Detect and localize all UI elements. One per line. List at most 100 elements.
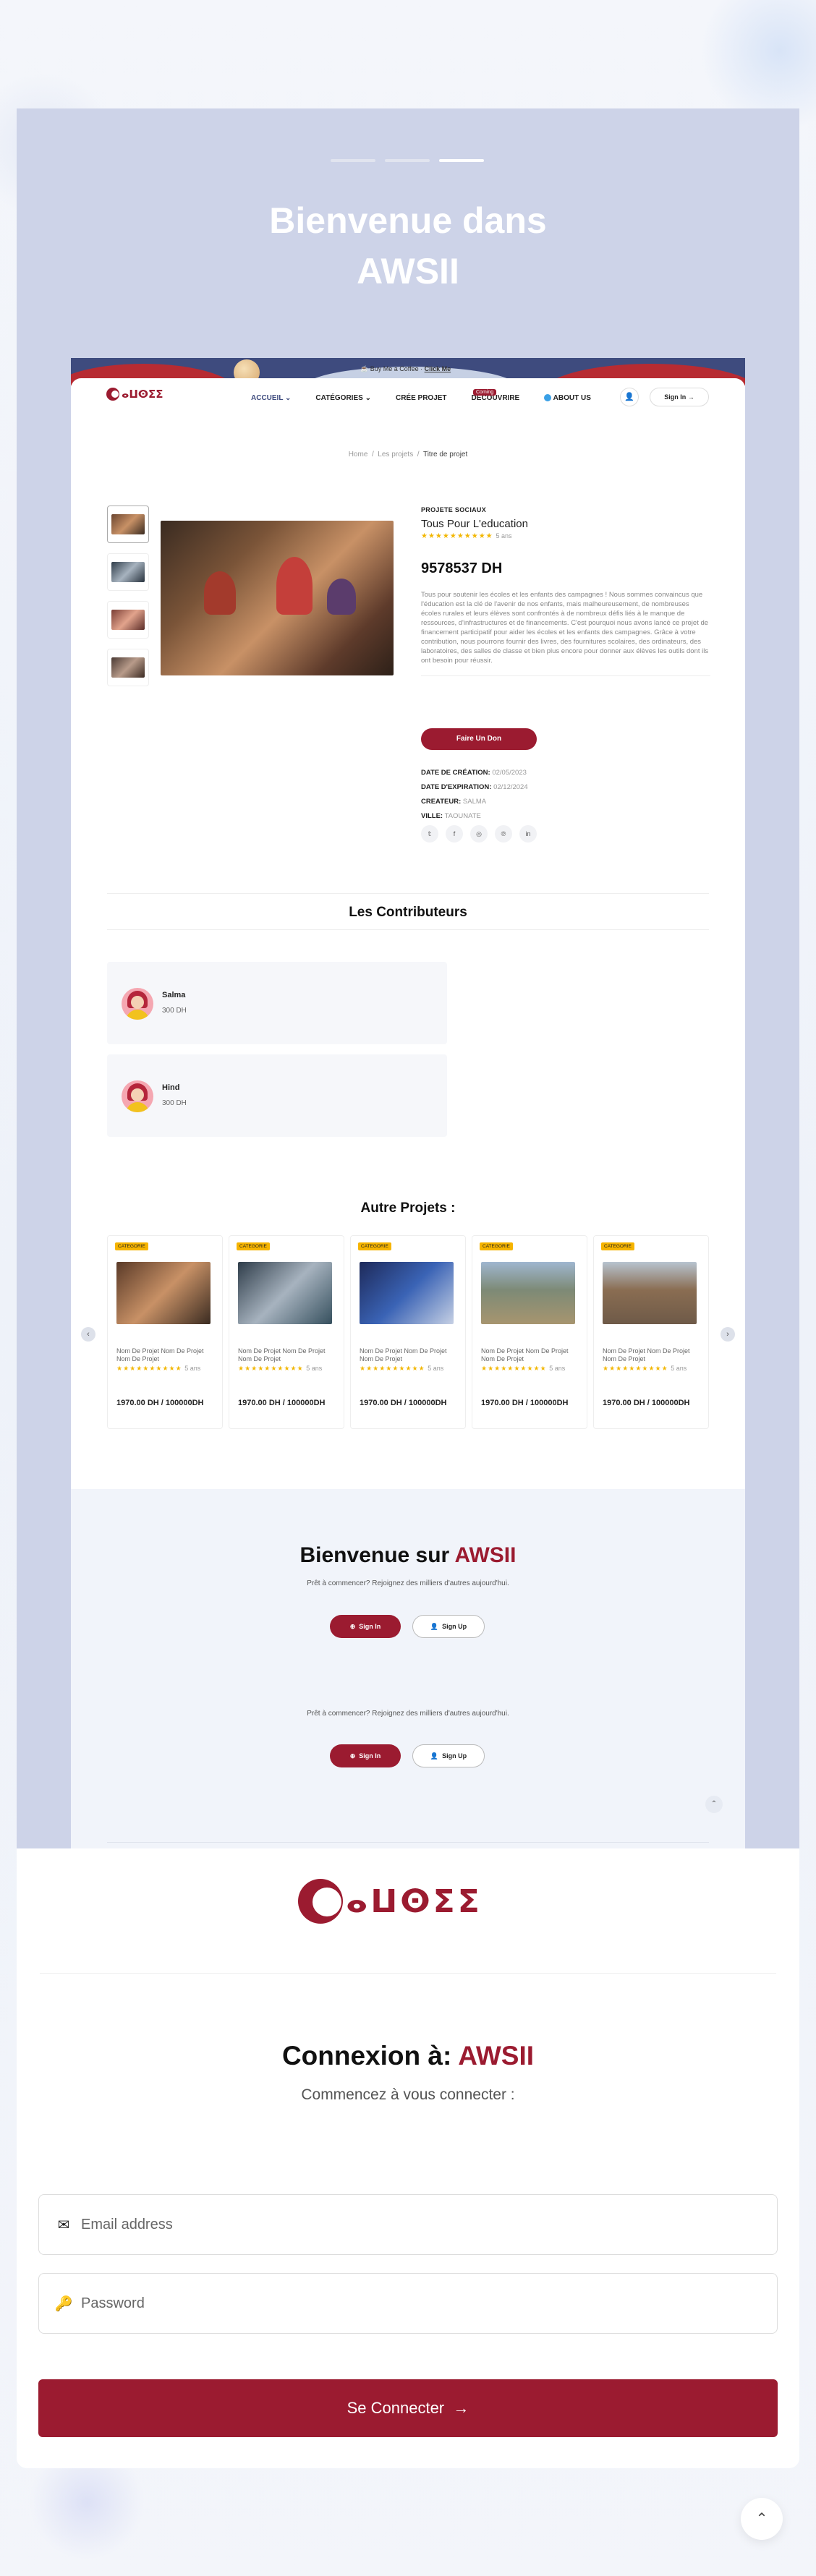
cta-section: Bienvenue sur AWSII Prêt à commencer? Re… bbox=[71, 1489, 745, 1848]
password-input[interactable] bbox=[81, 2274, 761, 2333]
carousel-next-button[interactable]: › bbox=[721, 1327, 735, 1342]
linkedin-icon[interactable]: in bbox=[519, 825, 537, 843]
indicator-dot-active[interactable] bbox=[439, 159, 484, 162]
thumbnail[interactable] bbox=[107, 553, 149, 591]
cta-subtitle-secondary: Prêt à commencer? Rejoignez des milliers… bbox=[307, 1710, 509, 1718]
instagram-icon[interactable]: ◎ bbox=[470, 825, 488, 843]
about-icon bbox=[544, 394, 552, 402]
category-badge: CATEGORIE bbox=[480, 1242, 513, 1250]
breadcrumb-home[interactable]: Home bbox=[349, 451, 368, 459]
cta-signup-button[interactable]: 👤 Sign Up bbox=[412, 1615, 485, 1638]
category-badge: CATEGORIE bbox=[115, 1242, 148, 1250]
cta-signup-button-secondary[interactable]: 👤 Sign Up bbox=[412, 1744, 485, 1767]
project-card-rating: ★★★★★★★★★★ 5 ans bbox=[116, 1365, 201, 1372]
login-panel: ⴰⵡⵙⵉⵉ Connexion à: AWSII Commencez à vou… bbox=[17, 1848, 799, 2468]
cta-subtitle: Prêt à commencer? Rejoignez des milliers… bbox=[307, 1579, 509, 1587]
social-links: 𝕥 f ◎ ℗ in bbox=[421, 825, 537, 843]
project-card-image bbox=[360, 1262, 454, 1324]
project-card-image bbox=[116, 1262, 211, 1324]
contributors-title: Les Contributeurs bbox=[349, 905, 467, 920]
login-subtitle: Commencez à vous connecter : bbox=[301, 2086, 515, 2103]
image-thumbnails bbox=[107, 506, 149, 686]
project-info: PROJETE SOCIAUX Tous Pour L'education ★★… bbox=[421, 506, 710, 676]
project-card-name: Nom De Projet Nom De Projet Nom De Proje… bbox=[238, 1347, 326, 1362]
thumbnail[interactable] bbox=[107, 649, 149, 686]
email-field[interactable]: ✉ bbox=[38, 2194, 778, 2255]
carousel-prev-button[interactable]: ‹ bbox=[81, 1327, 95, 1342]
contributor-amount: 300 DH bbox=[162, 1007, 187, 1015]
password-field[interactable]: 🔑 bbox=[38, 2273, 778, 2334]
divider bbox=[421, 675, 710, 676]
project-card-rating: ★★★★★★★★★★ 5 ans bbox=[603, 1365, 687, 1372]
project-card-rating: ★★★★★★★★★★ 5 ans bbox=[238, 1365, 323, 1372]
site-logo[interactable]: ⴰⵡⵙⵉⵉ bbox=[106, 387, 163, 401]
cta-signin-button-secondary[interactable]: ⊕ Sign In bbox=[330, 1744, 401, 1767]
category-badge: CATEGORIE bbox=[601, 1242, 634, 1250]
nav-item-categories[interactable]: CATÉGORIES ⌄ bbox=[315, 394, 371, 402]
divider bbox=[107, 893, 709, 894]
project-card-rating: ★★★★★★★★★★ 5 ans bbox=[481, 1365, 566, 1372]
category-badge: CATEGORIE bbox=[358, 1242, 391, 1250]
carousel-indicators bbox=[331, 159, 484, 162]
scroll-top-icon[interactable]: ⌃ bbox=[705, 1796, 723, 1813]
coming-badge: Coming bbox=[473, 389, 497, 396]
nav-item-cree-projet[interactable]: CRÉE PROJET bbox=[396, 394, 447, 402]
project-card-price: 1970.00 DH / 100000DH bbox=[116, 1399, 204, 1407]
project-description: Tous pour soutenir les écoles et les enf… bbox=[421, 591, 709, 665]
project-card-image bbox=[481, 1262, 575, 1324]
project-card[interactable]: CATEGORIE Nom De Projet Nom De Projet No… bbox=[350, 1235, 466, 1429]
contributor-name: Hind bbox=[162, 1083, 180, 1092]
project-card-name: Nom De Projet Nom De Projet Nom De Proje… bbox=[603, 1347, 690, 1362]
cta-signin-button[interactable]: ⊕ Sign In bbox=[330, 1615, 401, 1638]
indicator-dot[interactable] bbox=[385, 159, 430, 162]
envelope-icon: ✉ bbox=[57, 2217, 70, 2233]
nav-menu: ACCUEIL ⌄ CATÉGORIES ⌄ CRÉE PROJET DECOU… bbox=[251, 394, 591, 402]
key-icon: 🔑 bbox=[54, 2296, 73, 2312]
project-category: PROJETE SOCIAUX bbox=[421, 506, 487, 513]
login-title: Connexion à: AWSII bbox=[281, 2041, 535, 2070]
avatar bbox=[122, 988, 153, 1020]
nav-item-accueil[interactable]: ACCUEIL ⌄ bbox=[251, 394, 291, 402]
project-card[interactable]: CATEGORIE Nom De Projet Nom De Projet No… bbox=[107, 1235, 223, 1429]
user-icon[interactable]: 👤 bbox=[620, 388, 639, 406]
website-preview: ☕ Buy Me a Coffee · Click Me ⴰⵡⵙⵉⵉ ACCUE… bbox=[71, 358, 745, 1848]
indicator-dot[interactable] bbox=[331, 159, 375, 162]
contributor-card: Salma 300 DH bbox=[107, 962, 447, 1044]
promo-text[interactable]: ☕ Buy Me a Coffee · Click Me bbox=[360, 365, 451, 373]
nav-item-about-us[interactable]: ABOUT US bbox=[544, 394, 591, 402]
contributor-name: Salma bbox=[162, 991, 186, 999]
breadcrumb-current: Titre de projet bbox=[422, 451, 468, 459]
divider bbox=[40, 1973, 776, 1974]
login-submit-button[interactable]: Se Connecter → bbox=[38, 2379, 778, 2437]
project-card-rating: ★★★★★★★★★★ 5 ans bbox=[360, 1365, 444, 1372]
thumbnail[interactable] bbox=[107, 506, 149, 543]
project-card-name: Nom De Projet Nom De Projet Nom De Proje… bbox=[116, 1347, 204, 1362]
project-card-image bbox=[238, 1262, 332, 1324]
logo-text: ⴰⵡⵙⵉⵉ bbox=[122, 388, 163, 401]
project-card[interactable]: CATEGORIE Nom De Projet Nom De Projet No… bbox=[229, 1235, 344, 1429]
logo-mark-icon bbox=[298, 1879, 343, 1924]
twitter-icon[interactable]: 𝕥 bbox=[421, 825, 438, 843]
pinterest-icon[interactable]: ℗ bbox=[495, 825, 512, 843]
logo-mark-icon bbox=[106, 388, 119, 401]
project-card-price: 1970.00 DH / 100000DH bbox=[238, 1399, 326, 1407]
cta-title: Bienvenue sur AWSII bbox=[299, 1543, 517, 1567]
project-card-price: 1970.00 DH / 100000DH bbox=[603, 1399, 690, 1407]
project-price: 9578537 DH bbox=[421, 560, 503, 576]
back-to-top-icon[interactable]: ⌃ bbox=[741, 2498, 783, 2540]
project-card-name: Nom De Projet Nom De Projet Nom De Proje… bbox=[360, 1347, 447, 1362]
facebook-icon[interactable]: f bbox=[446, 825, 463, 843]
nav-signin-button[interactable]: Sign In → bbox=[650, 388, 709, 406]
project-card-price: 1970.00 DH / 100000DH bbox=[481, 1399, 569, 1407]
logo-text: ⴰⵡⵙⵉⵉ bbox=[346, 1882, 483, 1920]
hero-title: Bienvenue dans AWSII bbox=[269, 200, 547, 291]
donate-button[interactable]: Faire Un Don bbox=[421, 728, 537, 750]
project-card-price: 1970.00 DH / 100000DH bbox=[360, 1399, 447, 1407]
project-card[interactable]: CATEGORIE Nom De Projet Nom De Projet No… bbox=[593, 1235, 709, 1429]
breadcrumb-projects[interactable]: Les projets bbox=[378, 451, 413, 459]
project-card[interactable]: CATEGORIE Nom De Projet Nom De Projet No… bbox=[472, 1235, 587, 1429]
thumbnail[interactable] bbox=[107, 601, 149, 639]
projects-carousel: CATEGORIE Nom De Projet Nom De Projet No… bbox=[107, 1235, 709, 1429]
email-input[interactable] bbox=[81, 2195, 761, 2254]
project-rating: ★★★★★★★★★★ 5 ans bbox=[421, 532, 512, 540]
